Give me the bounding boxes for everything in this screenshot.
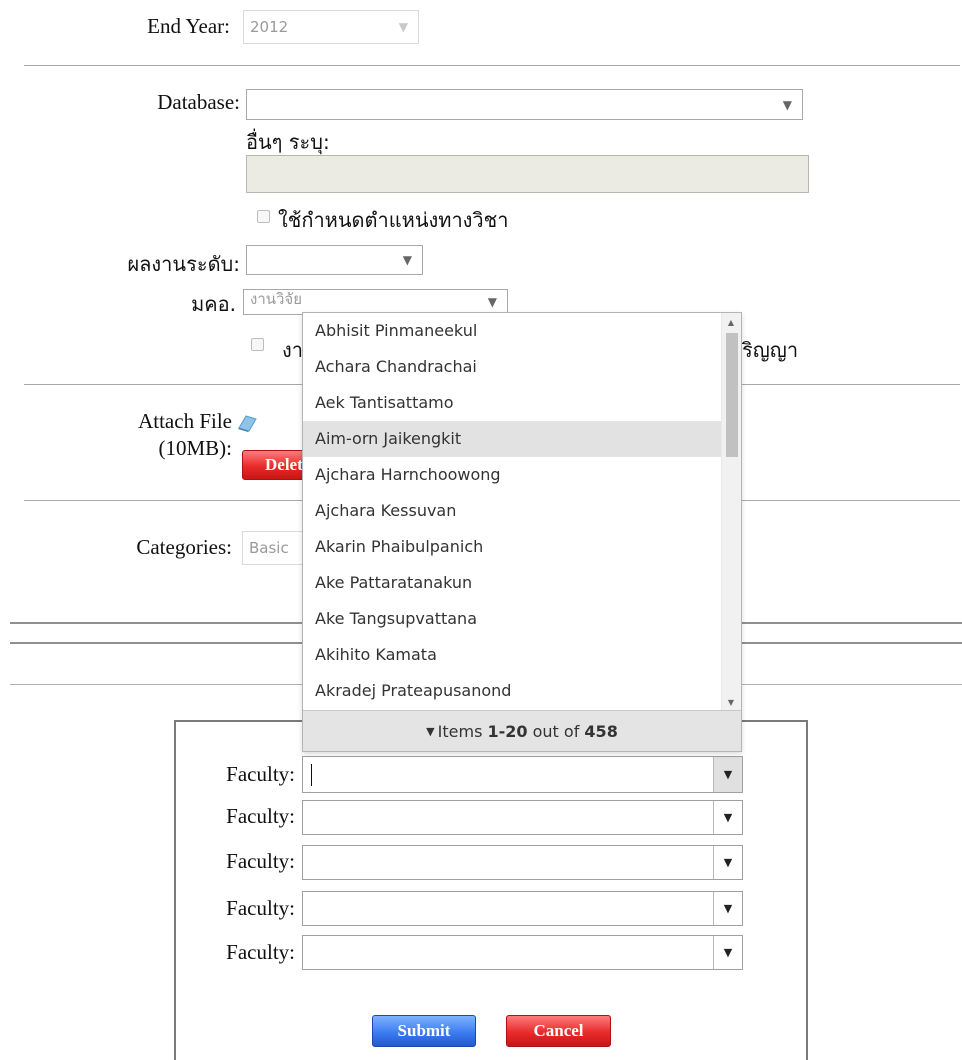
faculty-label: Faculty: — [226, 896, 295, 920]
dropdown-option[interactable]: Abhisit Pinmaneekul — [303, 313, 722, 349]
faculty-combobox-2[interactable]: ▼ — [302, 800, 743, 835]
chevron-down-icon: ▼ — [398, 20, 408, 34]
faculty-combobox-5[interactable]: ▼ — [302, 935, 743, 970]
chevron-down-icon: ▼ — [402, 253, 412, 267]
dropdown-option[interactable]: Akarin Phaibulpanich — [303, 529, 722, 565]
chevron-down-icon: ▼ — [782, 97, 792, 112]
caret-down-icon[interactable]: ▼ — [713, 757, 742, 792]
dropdown-option[interactable]: Aim-orn Jaikengkit — [303, 421, 722, 457]
dropdown-option[interactable]: Ake Pattaratanakun — [303, 565, 722, 601]
scrollbar[interactable]: ▲ ▼ — [721, 313, 741, 711]
faculty-label: Faculty: — [226, 804, 295, 828]
caret-down-icon[interactable]: ▼ — [713, 801, 742, 834]
submit-button[interactable]: Submit — [372, 1015, 476, 1047]
caret-down-icon[interactable]: ▼ — [426, 725, 434, 738]
categories-label: Categories: — [136, 535, 232, 559]
dropdown-option[interactable]: Achara Chandrachai — [303, 349, 722, 385]
scroll-up-icon[interactable]: ▲ — [721, 313, 741, 331]
academic-position-label: ใช้กำหนดตำแหน่งทางวิชา — [278, 208, 509, 232]
other-label: อื่นๆ ระบุ: — [246, 130, 330, 154]
dropdown-option[interactable]: Aek Tantisattamo — [303, 385, 722, 421]
tqf-label: มคอ. — [191, 292, 236, 316]
caret-down-icon[interactable]: ▼ — [713, 936, 742, 969]
other-input[interactable] — [246, 155, 809, 193]
items-prefix: Items — [437, 721, 488, 741]
degree-checkbox[interactable] — [251, 338, 264, 351]
scroll-down-icon[interactable]: ▼ — [721, 693, 741, 711]
attach-size-label: (10MB): — [158, 436, 233, 460]
caret-down-icon[interactable]: ▼ — [713, 846, 742, 879]
cancel-button[interactable]: Cancel — [506, 1015, 611, 1047]
work-level-select[interactable]: ▼ — [246, 245, 423, 275]
tqf-value: งานวิจัย — [250, 290, 303, 308]
faculty-label: Faculty: — [226, 762, 295, 786]
dropdown-list[interactable]: Abhisit Pinmaneekul Achara Chandrachai Aek… — [303, 313, 722, 711]
faculty-combobox-4[interactable]: ▼ — [302, 891, 743, 926]
database-label: Database: — [157, 90, 240, 114]
categories-value: Basic — [249, 539, 289, 557]
caret-down-icon[interactable]: ▼ — [713, 892, 742, 925]
faculty-combobox-1[interactable]: ▼ — [302, 756, 743, 793]
end-year-label: End Year: — [147, 14, 230, 38]
attach-label: Attach File — [138, 409, 232, 433]
dropdown-option[interactable]: Ajchara Kessuvan — [303, 493, 722, 529]
end-year-select[interactable]: 2012 ▼ — [243, 10, 419, 44]
file-icon[interactable] — [236, 414, 258, 432]
chevron-down-icon: ▼ — [487, 295, 497, 309]
dropdown-footer: ▼ Items 1-20 out of 458 — [303, 710, 741, 751]
end-year-value: 2012 — [250, 18, 289, 36]
items-total: 458 — [584, 721, 618, 741]
dropdown-option[interactable]: Akihito Kamata — [303, 637, 722, 673]
text-cursor — [311, 764, 312, 786]
faculty-dropdown-popup[interactable]: Abhisit Pinmaneekul Achara Chandrachai Aek… — [302, 312, 742, 752]
dropdown-option[interactable]: Ake Tangsupvattana — [303, 601, 722, 637]
items-middle: out of — [527, 721, 585, 741]
faculty-label: Faculty: — [226, 940, 295, 964]
faculty-label: Faculty: — [226, 849, 295, 873]
divider — [24, 65, 960, 66]
degree-label-start: งา — [282, 338, 303, 362]
work-level-label: ผลงานระดับ: — [127, 252, 240, 276]
degree-label-end: ริญญา — [742, 338, 799, 362]
academic-position-checkbox[interactable] — [257, 210, 270, 223]
dropdown-option[interactable]: Akradej Prateapusanond — [303, 673, 722, 709]
items-range: 1-20 — [487, 721, 528, 741]
faculty-combobox-3[interactable]: ▼ — [302, 845, 743, 880]
database-select[interactable]: ▼ — [246, 89, 803, 120]
scrollbar-thumb[interactable] — [726, 333, 738, 457]
dropdown-option[interactable]: Ajchara Harnchoowong — [303, 457, 722, 493]
